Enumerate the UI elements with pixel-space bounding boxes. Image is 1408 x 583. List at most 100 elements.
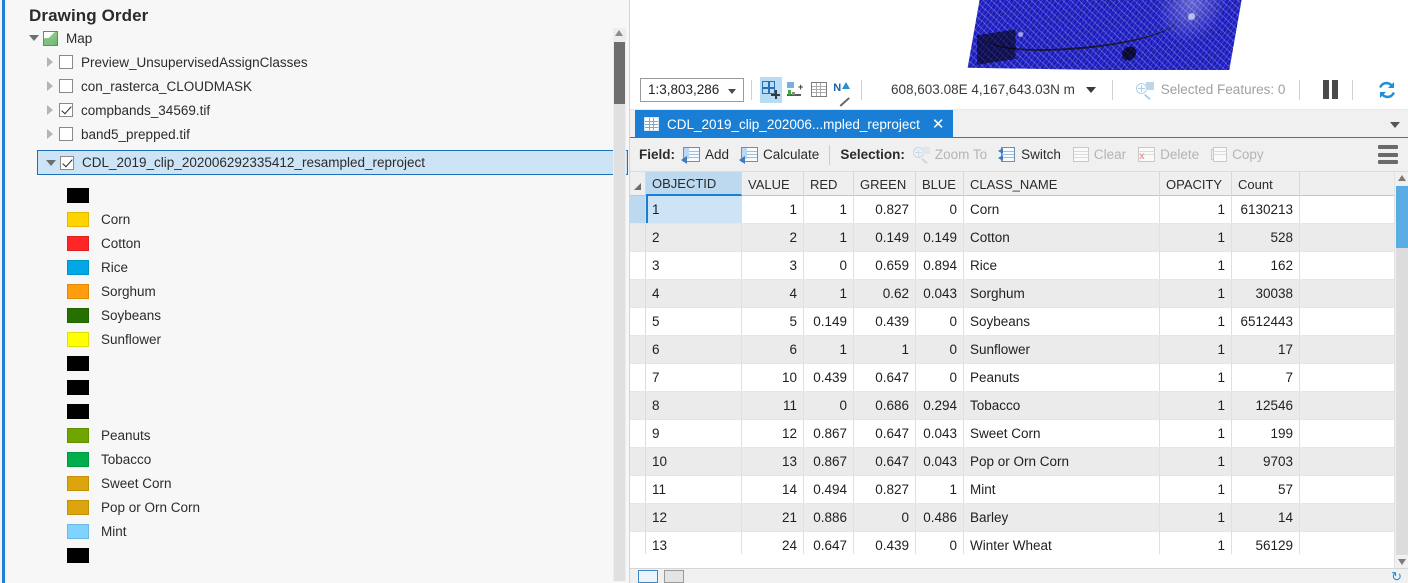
cell-objectid[interactable]: 2 (646, 224, 742, 251)
scroll-down-arrow-icon[interactable] (1398, 559, 1406, 565)
cell-green[interactable]: 0.827 (854, 196, 916, 223)
pause-drawing-icon[interactable] (1323, 80, 1339, 99)
cell-red[interactable]: 0 (804, 392, 854, 419)
cell-opacity[interactable]: 1 (1160, 476, 1232, 503)
cell-value[interactable]: 6 (742, 336, 804, 363)
cell-count[interactable]: 14 (1232, 504, 1300, 531)
row-selector[interactable] (630, 364, 646, 391)
cell-red[interactable]: 1 (804, 224, 854, 251)
cell-opacity[interactable]: 1 (1160, 420, 1232, 447)
column-header-objectid[interactable]: OBJECTID (646, 172, 742, 196)
tree-item-cdl-2019-selected[interactable]: CDL_2019_clip_202006292335412_resampled_… (37, 150, 628, 175)
row-selector[interactable] (630, 252, 646, 279)
layer-checkbox[interactable] (60, 155, 74, 170)
row-selector[interactable] (630, 476, 646, 503)
scrollbar-track[interactable] (614, 104, 625, 581)
select-all-corner[interactable] (630, 172, 646, 195)
row-selector[interactable] (630, 392, 646, 419)
cell-count[interactable]: 17 (1232, 336, 1300, 363)
switch-selection-button[interactable]: Switch (998, 147, 1061, 162)
cell-red[interactable]: 0.647 (804, 532, 854, 554)
cell-opacity[interactable]: 1 (1160, 308, 1232, 335)
cell-count[interactable]: 6130213 (1232, 196, 1300, 223)
cell-class_name[interactable]: Corn (964, 196, 1160, 223)
layer-checkbox[interactable] (59, 103, 73, 117)
chevron-down-icon[interactable] (1085, 87, 1096, 94)
cell-blue[interactable]: 0.043 (916, 448, 964, 475)
cell-green[interactable]: 0.647 (854, 420, 916, 447)
cell-green[interactable]: 1 (854, 336, 916, 363)
collapse-triangle-icon[interactable] (44, 156, 58, 170)
cell-opacity[interactable]: 1 (1160, 364, 1232, 391)
table-row[interactable]: 13 24 0.647 0.439 0 Winter Wheat 1 56129 (630, 532, 1394, 554)
cell-objectid[interactable]: 7 (646, 364, 742, 391)
cell-red[interactable]: 0.149 (804, 308, 854, 335)
row-selector[interactable] (630, 336, 646, 363)
row-selector[interactable] (630, 224, 646, 251)
legend-item[interactable]: Sweet Corn (21, 471, 607, 495)
table-row[interactable]: 7 10 0.439 0.647 0 Peanuts 1 7 (630, 364, 1394, 392)
table-row[interactable]: 12 21 0.886 0 0.486 Barley 1 14 (630, 504, 1394, 532)
legend-item[interactable] (21, 399, 607, 423)
cell-blue[interactable]: 0.043 (916, 420, 964, 447)
table-row[interactable]: 2 2 1 0.149 0.149 Cotton 1 528 (630, 224, 1394, 252)
legend-item[interactable]: Sorghum (21, 279, 607, 303)
cell-red[interactable]: 1 (804, 196, 854, 223)
cell-opacity[interactable]: 1 (1160, 224, 1232, 251)
scroll-up-arrow-icon[interactable] (1398, 175, 1406, 181)
expand-triangle-icon[interactable] (43, 79, 57, 93)
legend-color-swatch[interactable] (67, 307, 89, 323)
cell-red[interactable]: 0.439 (804, 364, 854, 391)
cell-class_name[interactable]: Rice (964, 252, 1160, 279)
cell-red[interactable]: 0.867 (804, 420, 854, 447)
legend-item[interactable]: Cotton (21, 231, 607, 255)
table-view-icon[interactable] (638, 569, 658, 583)
cell-red[interactable]: 0.867 (804, 448, 854, 475)
cell-red[interactable]: 0.494 (804, 476, 854, 503)
table-options-menu-icon[interactable] (1378, 145, 1398, 164)
tree-item-preview-unsupervisedassignclasses[interactable]: Preview_UnsupervisedAssignClasses (21, 50, 607, 74)
row-selector[interactable] (630, 196, 646, 223)
cell-value[interactable]: 11 (742, 392, 804, 419)
cell-class_name[interactable]: Sunflower (964, 336, 1160, 363)
cell-count[interactable]: 12546 (1232, 392, 1300, 419)
list-view-icon[interactable] (664, 569, 684, 583)
cell-green[interactable]: 0.647 (854, 364, 916, 391)
cell-count[interactable]: 6512443 (1232, 308, 1300, 335)
cell-class_name[interactable]: Sweet Corn (964, 420, 1160, 447)
cell-blue[interactable]: 0 (916, 308, 964, 335)
legend-color-swatch[interactable] (67, 355, 89, 371)
cell-objectid[interactable]: 9 (646, 420, 742, 447)
tab-cdl-2019-table[interactable]: CDL_2019_clip_202006...mpled_reproject ✕ (635, 110, 953, 138)
cell-objectid[interactable]: 4 (646, 280, 742, 307)
legend-color-swatch[interactable] (67, 523, 89, 539)
layer-checkbox[interactable] (59, 79, 73, 93)
row-selector[interactable] (630, 308, 646, 335)
cell-objectid[interactable]: 10 (646, 448, 742, 475)
legend-item[interactable] (21, 351, 607, 375)
clear-selection-button[interactable]: Clear (1072, 147, 1126, 162)
cell-class_name[interactable]: Peanuts (964, 364, 1160, 391)
table-row[interactable]: 9 12 0.867 0.647 0.043 Sweet Corn 1 199 (630, 420, 1394, 448)
cell-green[interactable]: 0.439 (854, 532, 916, 554)
cell-objectid[interactable]: 13 (646, 532, 742, 554)
tab-overflow-chevron-down-icon[interactable] (1390, 122, 1400, 128)
column-header-opacity[interactable]: OPACITY (1160, 172, 1232, 196)
cell-value[interactable]: 2 (742, 224, 804, 251)
cell-value[interactable]: 10 (742, 364, 804, 391)
cell-objectid[interactable]: 8 (646, 392, 742, 419)
row-selector[interactable] (630, 504, 646, 531)
cell-value[interactable]: 5 (742, 308, 804, 335)
cell-opacity[interactable]: 1 (1160, 392, 1232, 419)
column-header-count[interactable]: Count (1232, 172, 1300, 196)
legend-color-swatch[interactable] (67, 235, 89, 251)
legend-item[interactable]: Soybeans (21, 303, 607, 327)
cell-green[interactable]: 0.827 (854, 476, 916, 503)
cell-blue[interactable]: 0 (916, 532, 964, 554)
table-row[interactable]: 5 5 0.149 0.439 0 Soybeans 1 6512443 (630, 308, 1394, 336)
cell-value[interactable]: 1 (742, 196, 804, 223)
cell-blue[interactable]: 1 (916, 476, 964, 503)
legend-color-swatch[interactable] (67, 211, 89, 227)
scrollbar-thumb[interactable] (614, 42, 625, 104)
cell-blue[interactable]: 0.486 (916, 504, 964, 531)
